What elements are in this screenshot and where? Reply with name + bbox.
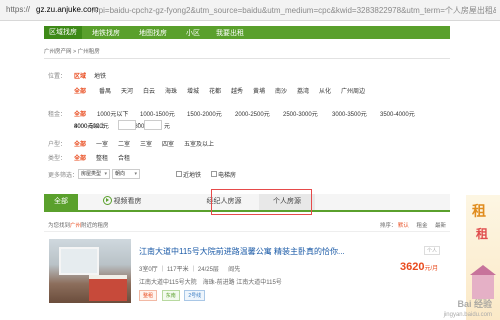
filter-option[interactable]: 2000-2500元: [235, 109, 270, 118]
filter-option[interactable]: 荔湾: [297, 86, 309, 95]
filter-option[interactable]: 2500-3000元: [283, 109, 318, 118]
listing-tags: 整租 东南 2号线: [139, 290, 208, 301]
filter-option[interactable]: 三室: [140, 139, 152, 148]
house-illustration: [472, 275, 494, 299]
listing-badge: 个人: [424, 246, 441, 255]
breadcrumb: 广州房产网 > 广州租房: [44, 49, 100, 55]
tab-label: 视频看房: [113, 198, 142, 205]
near-subway-checkbox[interactable]: [176, 171, 182, 177]
results-subheader: 为您找到广州附近的租房 排序： 默认 租金 最新: [44, 219, 450, 232]
listing-price: 3620元/月: [400, 261, 439, 273]
listing-meta: 3室0厅 ｜ 117平米 ｜ 24/25层 阎先: [139, 267, 241, 273]
url-domain: gz.zu.anjuke.com: [36, 5, 99, 14]
listing-address: 江南大道中115号大院 海珠-前进路 江南大道中115号: [139, 280, 282, 286]
nav-item-post-rental[interactable]: 我要出租: [216, 28, 244, 38]
tab-all[interactable]: 全部: [44, 194, 78, 210]
url-scheme: https://: [6, 5, 31, 14]
filter-option[interactable]: 花都: [209, 86, 221, 95]
filter-option[interactable]: 全部: [74, 109, 86, 118]
filter-panel: 位置： 区域 地铁 全部 番禺 天河 白云 海珠 增城 花都 越秀 黄埔 南沙 …: [44, 58, 450, 169]
filter-mode-subway[interactable]: 地铁: [94, 71, 106, 80]
checkbox-label: 电梯房: [218, 173, 237, 179]
nav-item-subway[interactable]: 地铁找房: [92, 28, 120, 38]
select-value: 房屋类型: [81, 171, 102, 177]
filter-label: 租金：: [48, 112, 67, 118]
filter-option[interactable]: 一室: [96, 139, 108, 148]
tab-video[interactable]: 视频看房: [92, 194, 152, 210]
ad-text: 租: [476, 227, 489, 241]
sort-rent[interactable]: 租金: [416, 223, 427, 229]
house-type-select[interactable]: 房屋类型 ▾: [78, 169, 110, 179]
filter-option[interactable]: 天河: [121, 86, 133, 95]
filter-option[interactable]: 3500-4000元: [380, 109, 415, 118]
filter-label: 位置：: [48, 74, 67, 80]
watermark-logo: Bai 经验: [457, 299, 492, 309]
filter-option[interactable]: 合租: [118, 153, 130, 162]
sort-default[interactable]: 默认: [398, 223, 409, 229]
filter-option[interactable]: 二室: [118, 139, 130, 148]
listing-photo[interactable]: [49, 239, 131, 303]
elevator-checkbox[interactable]: [211, 171, 217, 177]
url-path: /?pi=baidu-cpchz-gz-fyong2&utm_source=ba…: [92, 6, 496, 15]
filter-option[interactable]: 全部: [74, 139, 86, 148]
filter-option[interactable]: 广州周边: [341, 86, 365, 95]
filter-option[interactable]: 8000元以上: [74, 121, 105, 130]
filter-option[interactable]: 白云: [143, 86, 155, 95]
tag: 整租: [139, 290, 158, 301]
filter-option[interactable]: 五室及以上: [184, 139, 214, 148]
results-summary: 为您找到广州附近的租房: [48, 223, 109, 229]
filter-option[interactable]: 整租: [96, 153, 108, 162]
filter-option[interactable]: 越秀: [231, 86, 243, 95]
filter-option[interactable]: 四室: [162, 139, 174, 148]
nav-item-map[interactable]: 地图找房: [139, 28, 167, 38]
rent-unit: 元: [164, 124, 171, 130]
chevron-down-icon: ▾: [134, 171, 137, 177]
tag: 2号线: [184, 290, 206, 301]
listing-title[interactable]: 江南大道中115号大院前进路温馨公寓 精装主卧真的恰你...: [139, 246, 345, 257]
filter-option[interactable]: 3000-3500元: [332, 109, 367, 118]
filter-option[interactable]: 1000-1500元: [140, 109, 175, 118]
orientation-select[interactable]: 朝向 ▾: [112, 169, 140, 179]
select-value: 朝向: [115, 171, 126, 177]
range-dash: -: [138, 121, 140, 127]
sort-latest[interactable]: 最新: [435, 223, 446, 229]
filter-option[interactable]: 海珠: [165, 86, 177, 95]
rent-max-input[interactable]: [144, 120, 162, 130]
annotation-highlight-box: [211, 189, 312, 215]
house-illustration: [470, 265, 496, 275]
filter-option[interactable]: 南沙: [275, 86, 287, 95]
address-bar[interactable]: https:// gz.zu.anjuke.com /?pi=baidu-cpc…: [0, 0, 500, 21]
filter-option[interactable]: 1500-2000元: [187, 109, 222, 118]
list-item[interactable]: 江南大道中115号大院前进路温馨公寓 精装主卧真的恰你... 个人 3室0厅 ｜…: [44, 236, 450, 306]
filter-option[interactable]: 番禺: [99, 86, 111, 95]
filter-label: 类型：: [48, 156, 67, 162]
filter-option[interactable]: 增城: [187, 86, 199, 95]
sort-label: 排序：: [379, 223, 397, 229]
rent-min-input[interactable]: [118, 120, 136, 130]
ad-text: 租: [472, 203, 486, 219]
filter-label: 户型：: [48, 142, 67, 148]
checkbox-label: 近地铁: [183, 173, 202, 179]
play-icon: [102, 195, 112, 205]
filter-option[interactable]: 从化: [319, 86, 331, 95]
main-nav: 区域找房 地铁找房 地图找房 小区 我要出租: [44, 26, 450, 39]
sort-bar: 排序： 默认 租金 最新: [380, 221, 446, 229]
nav-item-community[interactable]: 小区: [186, 28, 200, 38]
filter-option[interactable]: 全部: [74, 86, 86, 95]
filter-option[interactable]: 全部: [74, 153, 86, 162]
filter-mode-area[interactable]: 区域: [74, 71, 86, 80]
filter-label: 更多筛选：: [48, 173, 79, 179]
filter-option[interactable]: 1000元以下: [97, 109, 128, 118]
nav-item-area[interactable]: 区域找房: [44, 26, 82, 39]
filter-option[interactable]: 黄埔: [253, 86, 265, 95]
watermark-url: jingyan.baidu.com: [443, 312, 492, 318]
chevron-down-icon: ▾: [104, 171, 107, 177]
tag: 东南: [161, 290, 180, 301]
